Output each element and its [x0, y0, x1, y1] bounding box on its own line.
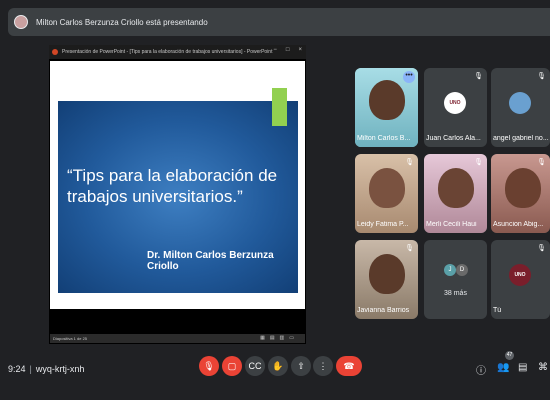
- maximize-icon: □: [285, 47, 290, 53]
- slide-title: “Tips para la elaboración de trabajos un…: [67, 166, 278, 206]
- self-logo: UNO: [509, 264, 531, 286]
- participant-name: Asuncion Abig...: [493, 221, 544, 228]
- participant-tile[interactable]: 🎙 UNO Juan Carlos Ala...: [424, 68, 487, 147]
- powerpoint-icon: [52, 49, 58, 55]
- meeting-info: 9:24 | wyq-krtj-xnh: [8, 364, 84, 374]
- presenting-banner: Milton Carlos Berzunza Criollo está pres…: [8, 8, 550, 36]
- participant-name: Javianna Barrios: [357, 307, 410, 314]
- participants-badge: 47: [505, 351, 514, 360]
- chat-icon[interactable]: ▤: [518, 362, 527, 373]
- end-call-button[interactable]: ☎: [336, 356, 362, 376]
- minimize-icon: −: [273, 47, 277, 53]
- mic-off-icon: 🎙: [537, 159, 546, 166]
- participant-tile[interactable]: 🎙 Asuncion Abig...: [491, 154, 550, 233]
- mic-off-icon: 🎙: [474, 159, 483, 166]
- clock-time: 9:24: [8, 364, 26, 374]
- shared-screen: Presentación de PowerPoint - [Tips para …: [49, 45, 306, 344]
- captions-button[interactable]: CC: [245, 356, 265, 376]
- participant-name: Tú: [493, 307, 502, 314]
- more-options-icon[interactable]: •••: [403, 71, 415, 83]
- participant-name: angel gabriel no...: [493, 135, 549, 142]
- participant-name: Merli Cecili Haui: [426, 221, 477, 228]
- participant-name: Juan Carlos Ala...: [426, 135, 481, 142]
- present-button[interactable]: ⇧: [291, 356, 311, 376]
- camera-toggle-button[interactable]: ▢: [222, 356, 242, 376]
- slide-counter: Diapositiva 1 de 25: [53, 336, 88, 341]
- participant-tile[interactable]: 🎙 angel gabriel no...: [491, 68, 550, 147]
- info-icon[interactable]: ⓘ: [476, 362, 486, 377]
- close-icon: ×: [298, 47, 302, 53]
- meeting-code: wyq-krtj-xnh: [35, 364, 85, 374]
- more-participants-count: 38 más: [444, 290, 467, 297]
- call-controls-bar: 9:24 | wyq-krtj-xnh 🎙 ▢ CC ✋ ⇧ ⋮ ☎ ⓘ 👥 47 …: [0, 348, 550, 400]
- participant-face: [369, 254, 405, 294]
- participant-name: Milton Carlos B...: [357, 135, 411, 142]
- mic-off-icon: 🎙: [405, 159, 414, 166]
- participant-tile[interactable]: ••• Milton Carlos B...: [355, 68, 418, 147]
- powerpoint-titlebar: Presentación de PowerPoint - [Tips para …: [49, 45, 306, 59]
- participant-name: Leidy Fatima P...: [357, 221, 409, 228]
- participant-face: [438, 168, 474, 208]
- powerpoint-statusbar: Diapositiva 1 de 25 ▦▤▥▭: [50, 334, 305, 343]
- statusbar-view-icons: ▦▤▥▭: [260, 335, 299, 341]
- presenting-text: Milton Carlos Berzunza Criollo está pres…: [36, 17, 208, 27]
- participant-avatar: J: [444, 264, 456, 276]
- powerpoint-window-title: Presentación de PowerPoint - [Tips para …: [62, 49, 273, 55]
- self-tile[interactable]: 🎙 UNO Tú: [491, 240, 550, 319]
- people-icon[interactable]: 👥: [497, 362, 509, 373]
- raise-hand-button[interactable]: ✋: [268, 356, 288, 376]
- mic-off-icon: 🎙: [474, 73, 483, 80]
- participant-tile[interactable]: 🎙 Leidy Fatima P...: [355, 154, 418, 233]
- participant-tile[interactable]: 🎙 Merli Cecili Haui: [424, 154, 487, 233]
- mic-off-icon: 🎙: [537, 73, 546, 80]
- mic-off-icon: 🎙: [405, 245, 414, 252]
- participant-face: [369, 168, 405, 208]
- presenter-avatar: [14, 15, 28, 29]
- participant-avatar: [509, 92, 531, 114]
- activities-icon[interactable]: ⌘: [538, 362, 548, 373]
- participant-tile[interactable]: 🎙 Javianna Barrios: [355, 240, 418, 319]
- separator: |: [29, 364, 32, 374]
- slide-accent-bar: [272, 88, 287, 126]
- university-logo: UNO: [444, 92, 466, 114]
- mic-off-icon: 🎙: [537, 245, 546, 252]
- more-options-button[interactable]: ⋮: [313, 356, 333, 376]
- participant-face: [505, 168, 541, 208]
- more-participants-tile[interactable]: J D 38 más: [424, 240, 487, 319]
- participant-avatar: D: [456, 264, 468, 276]
- slide-author: Dr. Milton Carlos Berzunza Criollo: [147, 250, 274, 272]
- mic-toggle-button[interactable]: 🎙: [199, 356, 219, 376]
- participant-face: [369, 80, 405, 120]
